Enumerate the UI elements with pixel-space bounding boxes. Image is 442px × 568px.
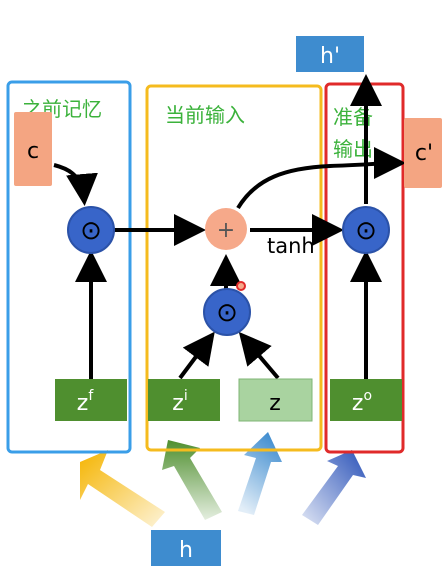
output-mult-symbol: ⊙: [355, 216, 377, 246]
arrow-to-forget-gate: [80, 450, 165, 527]
add-symbol: +: [217, 218, 235, 243]
hidden-input-label: h: [179, 538, 193, 563]
input-mult-node: ⊙: [203, 288, 251, 336]
lstm-diagram: 之前记忆 当前输入 准备 输出 c c' h' h ⊙ ⊙ ⊙ + tanh z…: [0, 0, 442, 568]
tanh-label: tanh: [267, 234, 315, 258]
c-to-forget-mult: [53, 163, 98, 206]
arrow-to-input-gate: [162, 440, 222, 520]
arrow-to-output-gate: [302, 450, 366, 525]
hidden-output-label: h': [320, 44, 340, 69]
lstm-svg: 之前记忆 当前输入 准备 输出 c c' h' h ⊙ ⊙ ⊙ + tanh z…: [6, 36, 442, 566]
plus-to-c-prime: [236, 147, 406, 210]
input-gate-sup: i: [184, 388, 188, 404]
pointer-dot: [236, 281, 246, 291]
forget-gate-z: z: [77, 391, 89, 416]
z-to-input-mult: [238, 331, 280, 380]
input-gate-z: z: [172, 391, 184, 416]
input-region-title: 当前输入: [165, 103, 245, 127]
arrow-to-z: [238, 432, 282, 515]
cell-input-label: c: [27, 139, 39, 164]
output-gate-z: z: [352, 391, 364, 416]
input-gate-to-input-mult: [178, 331, 215, 380]
add-node: +: [205, 208, 247, 250]
output-gate-sup: o: [363, 388, 372, 404]
forget-mult-node: ⊙: [67, 206, 115, 254]
cell-output-label: c': [415, 141, 433, 166]
forget-mult-symbol: ⊙: [80, 216, 102, 246]
input-arrows: [80, 432, 366, 527]
output-mult-node: ⊙: [342, 206, 390, 254]
input-mult-symbol: ⊙: [216, 298, 238, 328]
z-label: z: [269, 391, 281, 416]
